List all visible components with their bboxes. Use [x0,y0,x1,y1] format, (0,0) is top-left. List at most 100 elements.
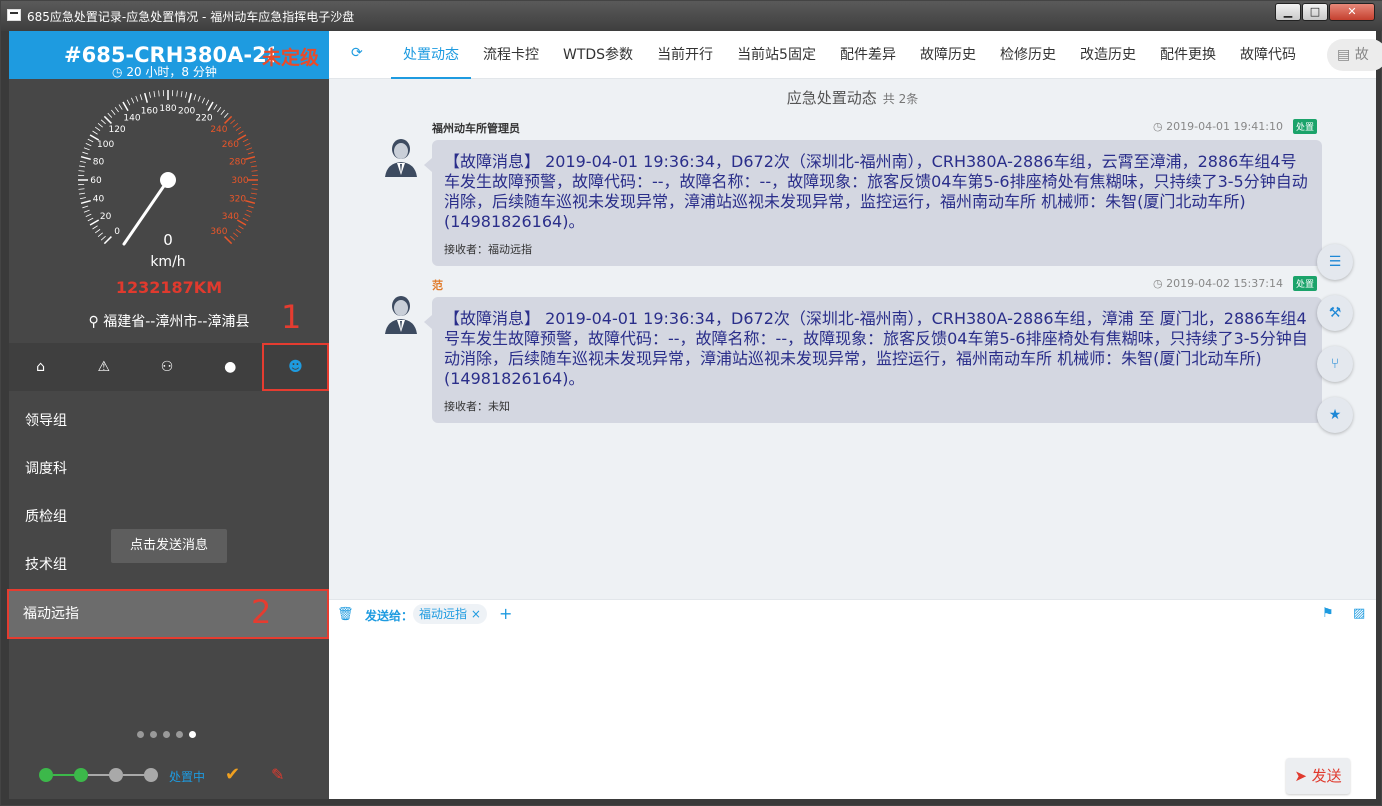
page-dot[interactable] [163,731,170,738]
gauge-tick-label: 60 [90,176,102,186]
gauge-tick [85,143,92,147]
avatar-icon [385,139,417,177]
gauge-tick [82,151,89,155]
gauge-tick [92,225,98,230]
elapsed-duration: ◷ 20 小时，8 分钟 [112,63,217,80]
gauge-tick [220,109,225,115]
gauge-tick [245,199,256,205]
gauge-tick-label: 300 [231,176,248,186]
tab-parts-diff[interactable]: 配件差异 [828,31,908,79]
image-icon[interactable]: ▨ [1353,606,1365,621]
group-item-leadership[interactable]: 领导组 [9,397,329,445]
tab-group[interactable]: ☻ [261,343,330,391]
tab-home[interactable]: ⌂ [9,343,72,391]
speed-value: 0 [163,231,173,249]
gauge-tick [131,97,135,104]
tab-wtds-params[interactable]: WTDS参数 [551,31,645,79]
trash-icon[interactable]: 🗑 [337,607,354,622]
tab-user[interactable]: ● [199,343,262,391]
gauge-tick-label: 220 [195,114,212,124]
check-icon[interactable]: ✔ [225,764,240,785]
tab-org[interactable]: ⚇ [135,343,198,391]
gauge-tick [201,97,205,104]
message-body: 【故障消息】 2019-04-01 19:36:34，D672次（深圳北-福州南… [444,152,1308,231]
favorite-button[interactable]: ★ [1317,397,1353,433]
tab-modification-history[interactable]: 改造历史 [1068,31,1148,79]
gauge-tick-label: 340 [222,212,239,222]
page-dot[interactable] [150,731,157,738]
paperclip-icon[interactable]: ✎ [271,765,284,784]
page-dot[interactable] [189,731,196,738]
gauge-tick [79,192,86,195]
clock-icon: ◷ [1153,120,1167,133]
tab-current-run[interactable]: 当前开行 [645,31,725,79]
gauge-tick [246,147,253,151]
gauge-tick [180,91,183,98]
tab-bar: 处置动态 流程卡控 WTDS参数 当前开行 当前站5固定 配件差异 故障历史 检… [391,31,1308,79]
message-composer: 🗑 发送给： 福动远指 × + ⚑ ▨ ➤ 发送 [329,599,1376,799]
tab-station-fixed[interactable]: 当前站5固定 [725,31,828,79]
close-button[interactable]: ✕ [1329,3,1375,21]
gauge-tick [251,188,258,190]
fault-search[interactable]: ▤ 故 [1327,39,1382,71]
refresh-icon[interactable]: ⟳ [351,45,363,61]
send-button[interactable]: ➤ 发送 [1286,758,1350,794]
page-dot[interactable] [137,731,144,738]
tools-button[interactable]: ⚒ [1317,295,1353,331]
gauge-tick [94,229,101,234]
gauge-tick [224,236,233,245]
tab-warning[interactable]: ⚠ [72,343,135,391]
gauge-tick-label: 320 [229,195,246,205]
group-item-fudong-remote[interactable]: 福动远指 [7,589,329,639]
tab-repair-history[interactable]: 检修历史 [988,31,1068,79]
gauge-tick [79,160,86,163]
tab-fault-codes[interactable]: 故障代码 [1228,31,1308,79]
gauge-tick-label: 120 [108,125,125,135]
gauge-tick [217,106,222,113]
gauge-tick [176,90,178,97]
add-recipient-button[interactable]: + [499,604,512,623]
remove-recipient-button[interactable]: × [471,607,481,621]
distance-odometer: 1232187KM [115,278,223,297]
gauge-tick-label: 260 [222,140,239,150]
gauge-tick [245,155,256,161]
message-sender: 范 [432,279,443,292]
gauge-tick [250,160,257,163]
gauge-tick [223,112,229,118]
gauge-tick [83,147,90,151]
branch-button[interactable]: ⑂ [1317,346,1353,382]
home-icon: ⌂ [36,359,46,375]
tab-disposal-feed[interactable]: 处置动态 [391,31,471,79]
gauge-tick [78,170,85,172]
list-button[interactable]: ☰ [1317,244,1353,280]
gauge-tick [100,235,106,241]
gauge-tick [197,95,201,102]
page-dot[interactable] [176,731,183,738]
progress-status: 处置中 [169,770,206,784]
bookmark-icon[interactable]: ⚑ [1322,606,1334,621]
tab-fault-history[interactable]: 故障历史 [908,31,988,79]
message-time-text: 2019-04-01 19:41:10 [1166,120,1283,133]
gauge-tick [122,101,129,112]
gauge-tick [89,219,100,226]
gauge-tick [100,119,106,125]
gauge-tick [251,170,258,172]
feed-title-text: 应急处置动态 [786,89,877,107]
tab-parts-replacement[interactable]: 配件更换 [1148,31,1228,79]
gauge-tick [80,155,91,161]
gauge-tick [205,99,210,106]
speed-unit: km/h [150,254,185,270]
minimize-button[interactable]: ▁ [1275,3,1301,21]
gauge-tick [107,112,113,118]
message-receiver: 接收者：福动远指 [444,243,532,256]
gauge-tick [111,109,116,115]
gauge-needle [122,178,170,246]
maximize-button[interactable]: □ [1302,3,1328,21]
message-badge: 处置 [1293,119,1318,134]
clock-icon: ◷ [112,65,123,79]
top-nav: ⟳ 处置动态 流程卡控 WTDS参数 当前开行 当前站5固定 配件差异 故障历史… [329,31,1382,79]
gauge-tick [242,138,249,143]
group-item-dispatch[interactable]: 调度科 [9,445,329,493]
gauge-tick [94,126,101,131]
tab-process-control[interactable]: 流程卡控 [471,31,551,79]
